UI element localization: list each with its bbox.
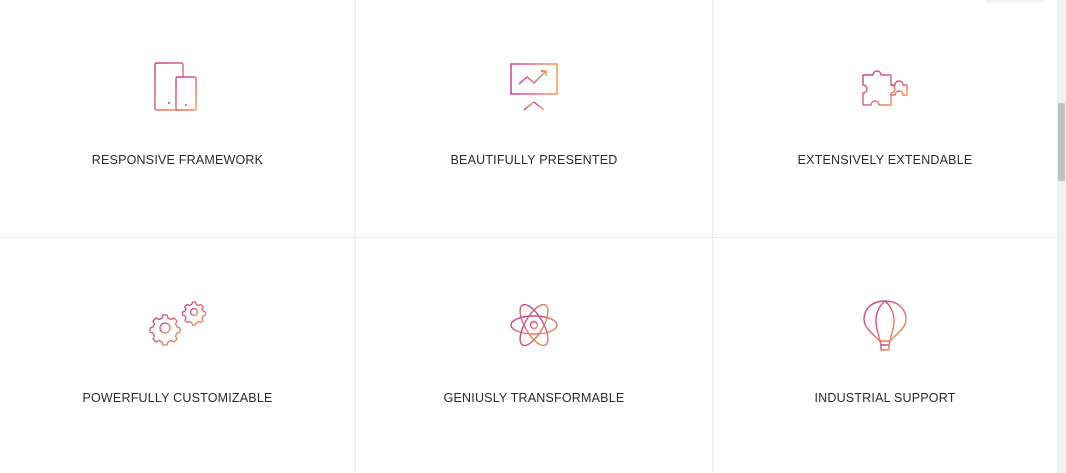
page: RESPONSIVE FRAMEWORK BEAUTIFULLY PRESENT… (0, 0, 1066, 473)
vertical-scrollbar[interactable] (1057, 0, 1066, 473)
hot-air-balloon-icon (855, 295, 915, 355)
feature-label: POWERFULLY CUSTOMIZABLE (82, 391, 273, 405)
feature-card-transformable: GENIUSLY TRANSFORMABLE (355, 237, 712, 473)
devices-icon (148, 57, 208, 117)
feature-card-customizable: POWERFULLY CUSTOMIZABLE (0, 237, 355, 473)
feature-card-support: INDUSTRIAL SUPPORT (712, 237, 1057, 473)
feature-label: GENIUSLY TRANSFORMABLE (443, 391, 625, 405)
features-grid: RESPONSIVE FRAMEWORK BEAUTIFULLY PRESENT… (0, 0, 1057, 473)
atom-icon (504, 295, 564, 355)
feature-label: BEAUTIFULLY PRESENTED (450, 153, 618, 167)
feature-label: INDUSTRIAL SUPPORT (814, 391, 956, 405)
scrollbar-thumb[interactable] (1058, 103, 1065, 181)
feature-label: EXTENSIVELY EXTENDABLE (797, 153, 973, 167)
feature-card-presented: BEAUTIFULLY PRESENTED (355, 0, 712, 237)
feature-label: RESPONSIVE FRAMEWORK (91, 153, 264, 167)
feature-card-responsive: RESPONSIVE FRAMEWORK (0, 0, 355, 237)
puzzle-icon (855, 57, 915, 117)
feature-card-extendable: EXTENSIVELY EXTENDABLE (712, 0, 1057, 237)
header-shadow (985, 0, 1045, 3)
presentation-icon (504, 57, 564, 117)
gears-icon (148, 295, 208, 355)
